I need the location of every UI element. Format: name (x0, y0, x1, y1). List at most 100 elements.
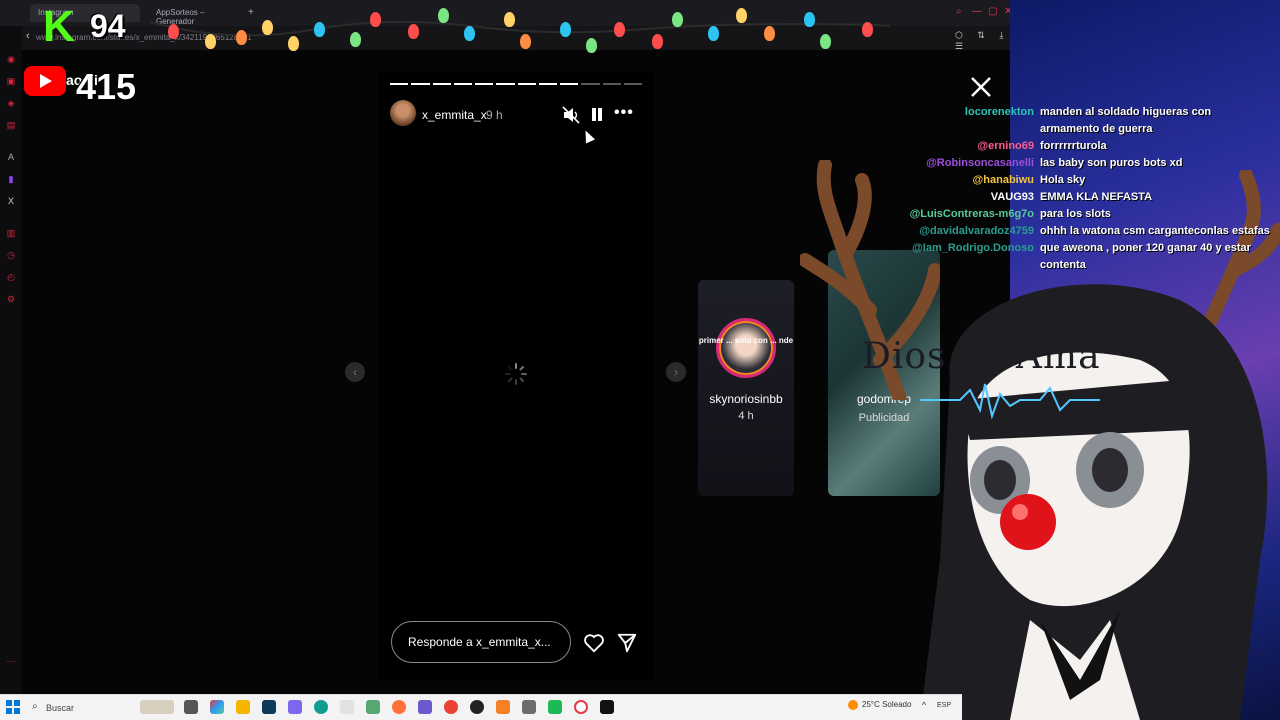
app-icon[interactable] (288, 700, 302, 714)
ai-icon[interactable]: ◉ (4, 52, 18, 66)
news-icon[interactable]: ▤ (4, 118, 18, 132)
messenger-icon[interactable]: ◈ (4, 96, 18, 110)
twitch-icon[interactable]: ▮ (4, 172, 18, 186)
vtuber-avatar (920, 284, 1268, 720)
next-story-button[interactable]: › (666, 362, 686, 382)
minimize-icon[interactable]: — (972, 6, 982, 17)
copilot-icon[interactable] (210, 700, 224, 714)
folder-icon[interactable] (236, 700, 250, 714)
progress-segment (390, 83, 409, 85)
heart-icon[interactable] (583, 632, 605, 654)
mute-icon[interactable] (562, 106, 580, 124)
windows-start-icon[interactable] (6, 700, 20, 714)
history-icon[interactable]: ◷ (4, 248, 18, 262)
maximize-icon[interactable]: ▢ (988, 6, 997, 17)
chat-message: @LuisContreras-m6g7o para los slots (880, 206, 1276, 223)
light-bulb (652, 34, 663, 49)
previous-story-button[interactable]: ‹ (345, 362, 365, 382)
progress-segment (453, 83, 472, 85)
language-indicator[interactable]: ESP (937, 702, 951, 709)
app-icon[interactable] (366, 700, 380, 714)
audio-wave (920, 383, 1100, 420)
x-icon[interactable]: X (4, 194, 18, 208)
youtube-icon (24, 66, 66, 96)
more-options-icon[interactable]: ••• (614, 104, 634, 122)
progress-segment (517, 83, 536, 85)
task-view-icon[interactable] (184, 700, 198, 714)
chat-message: VAUG93 EMMA KLA NEFASTA (880, 189, 1276, 206)
edge-icon[interactable] (314, 700, 328, 714)
chat-text: forrrrrrturola (1040, 140, 1107, 152)
card-time: 4 h (738, 410, 754, 422)
chat-username: @hanabiwu (972, 174, 1034, 186)
light-bulb (350, 32, 361, 47)
reply-input[interactable]: Responde a x_emmita_x... (391, 621, 571, 663)
bookmark-icon[interactable]: ▣ (4, 74, 18, 88)
progress-segment (602, 83, 621, 85)
more-icon[interactable]: ⋯ (4, 654, 18, 668)
story-username[interactable]: x_emmita_x (422, 108, 487, 122)
firefox-icon[interactable] (392, 700, 406, 714)
opera-icon[interactable] (574, 700, 588, 714)
widget-thumbnail[interactable] (140, 700, 174, 714)
app-icon[interactable] (340, 700, 354, 714)
dios-te-ama-overlay: Dios Te Ama (862, 336, 1101, 377)
light-bulb (370, 12, 381, 27)
windows-taskbar: ⌕ Buscar 25°C Soleado ^ ESP (0, 694, 962, 720)
wallet-icon[interactable]: ▥ (4, 226, 18, 240)
light-bulb (236, 30, 247, 45)
chat-text: manden al soldado higueras con armamento… (1040, 106, 1212, 135)
chrome-icon[interactable] (444, 700, 458, 714)
light-bulb (168, 24, 179, 39)
chat-username: @LuisContreras-m6g7o (909, 208, 1034, 220)
app-icon[interactable] (522, 700, 536, 714)
avatar[interactable] (390, 100, 416, 126)
progress-segment (623, 83, 642, 85)
send-icon[interactable] (616, 632, 638, 654)
app-icon[interactable] (496, 700, 510, 714)
aria-icon[interactable]: A (4, 150, 18, 164)
close-icon[interactable] (968, 74, 994, 100)
pause-button[interactable] (590, 106, 604, 124)
chat-username: VAUG93 (990, 191, 1034, 203)
chat-text: que aweona , poner 120 ganar 40 y estar … (1040, 242, 1251, 271)
story-timestamp: 9 h (486, 108, 503, 122)
chat-message: @hanabiwu Hola sky (880, 172, 1276, 189)
vscode-icon[interactable] (262, 700, 276, 714)
clock-icon[interactable]: ◴ (4, 270, 18, 284)
settings-icon[interactable]: ⚙ (4, 292, 18, 306)
story-preview-card[interactable]: primer ... solo con ... nde skynoriosinb… (698, 280, 794, 496)
light-bulb (672, 12, 683, 27)
youtube-viewer-count: 415 (76, 66, 137, 107)
light-bulb (438, 8, 449, 23)
progress-segment (496, 83, 515, 85)
app-icon[interactable] (548, 700, 562, 714)
light-bulb (708, 26, 719, 41)
chat-username: @ernino69 (977, 140, 1034, 152)
chat-text: EMMA KLA NEFASTA (1040, 191, 1153, 203)
chat-overlay: locorenekton manden al soldado higueras c… (880, 104, 1276, 274)
weather-label[interactable]: 25°C Soleado (862, 700, 911, 709)
app-icon[interactable] (470, 700, 484, 714)
progress-segment (411, 83, 430, 85)
obs-icon[interactable] (600, 700, 614, 714)
light-bulb (262, 20, 273, 35)
light-bulb (820, 34, 831, 49)
progress-segment (560, 83, 579, 85)
taskbar-search[interactable]: Buscar (26, 698, 136, 718)
chat-username: @Robinsoncasanelli (926, 157, 1034, 169)
progress-segment (538, 83, 557, 85)
chat-message: @ernino69 forrrrrrturola (880, 138, 1276, 155)
tray-chevron-icon[interactable]: ^ (922, 700, 926, 710)
opera-sidebar: ◉ ▣ ◈ ▤ A ▮ X ▥ ◷ ◴ ⚙ ⋯ (0, 26, 22, 694)
progress-segment (432, 83, 451, 85)
christmas-lights (150, 20, 890, 37)
chat-username: @Iam_Rodrigo.Donoso (912, 242, 1034, 254)
progress-segment (581, 83, 600, 85)
search-icon[interactable]: ⌕ (956, 6, 962, 17)
app-icon[interactable] (418, 700, 432, 714)
light-bulb (520, 34, 531, 49)
chat-text: las baby son puros bots xd (1040, 157, 1183, 169)
chat-message: @davidalvaradoz4759 ohhh la watona csm ca… (880, 223, 1276, 240)
light-bulb (804, 12, 815, 27)
